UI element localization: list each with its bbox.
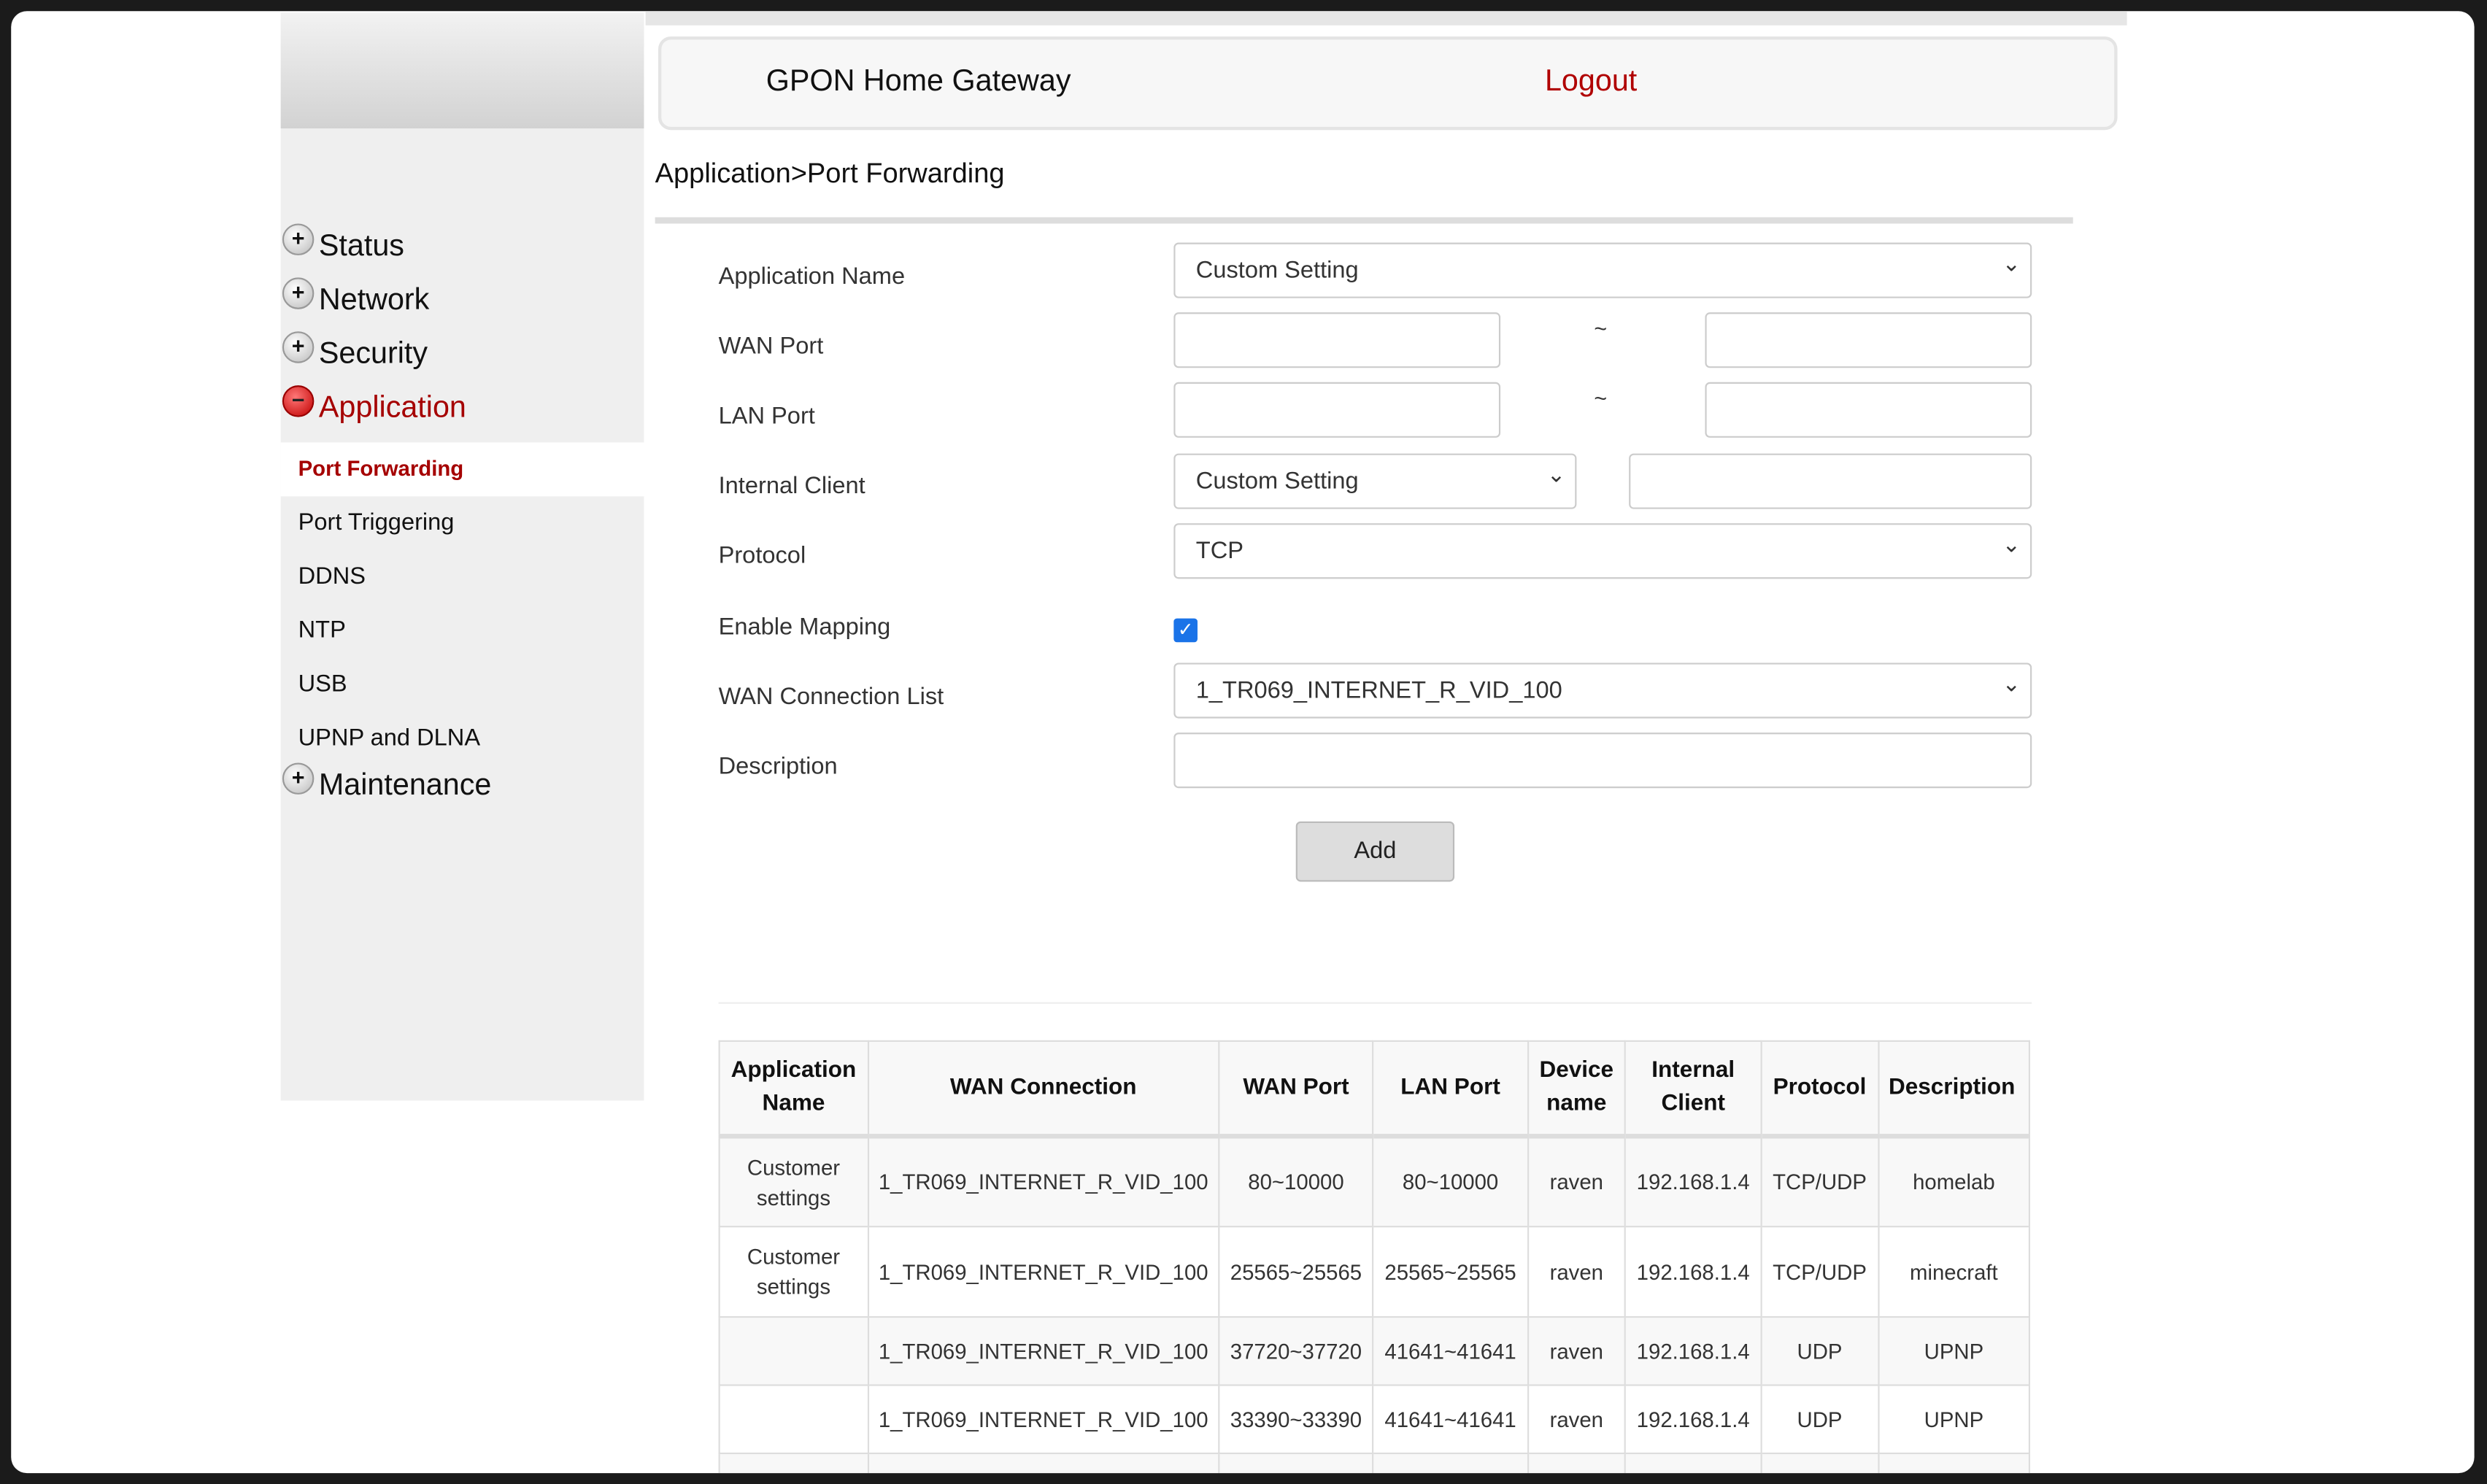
col-device-name: Device name [1527, 1040, 1627, 1139]
table-cell: TCP/UDP [1760, 1226, 1879, 1318]
port-forwarding-table: Application Name WAN Connection WAN Port… [718, 1040, 2031, 1474]
table-cell: 33390~33390 [1218, 1384, 1374, 1455]
table-cell: 25565~25565 [1372, 1226, 1529, 1318]
col-internal-client: Internal Client [1624, 1040, 1762, 1139]
table-cell [1760, 1452, 1879, 1474]
table-cell: raven [1527, 1226, 1627, 1318]
table-row: Customer settings 1_TR069_INTERNET_R_VID_… [718, 1135, 2031, 1228]
col-wan-connection: WAN Connection [867, 1040, 1220, 1139]
table-cell: 25565~25565 [1218, 1226, 1374, 1318]
table-cell: 192.168.1.4 [1624, 1384, 1762, 1455]
table-cell: UPNP [1877, 1384, 2031, 1455]
col-wan-port: WAN Port [1218, 1040, 1374, 1139]
table-cell [718, 1452, 869, 1474]
table-cell: 1_TR069_INTERNET_R_VID_100 [867, 1135, 1220, 1228]
table-cell: UPNP [1877, 1315, 2031, 1386]
table-cell: 41641~41641 [1372, 1384, 1529, 1455]
table-cell [718, 1384, 869, 1455]
table-cell: UDP [1760, 1384, 1879, 1455]
table-cell: raven [1527, 1384, 1627, 1455]
col-lan-port: LAN Port [1372, 1040, 1529, 1139]
table-cell: 80~10000 [1218, 1135, 1374, 1228]
col-protocol: Protocol [1760, 1040, 1879, 1139]
table-cell: raven [1527, 1315, 1627, 1386]
table-cell: homelab [1877, 1135, 2031, 1228]
table-cell: Customer settings [718, 1226, 869, 1318]
col-application-name: Application Name [718, 1040, 869, 1139]
table-row [718, 1452, 2031, 1474]
table-cell: 192.168.1.4 [1624, 1315, 1762, 1386]
table-cell [1624, 1452, 1762, 1474]
table-cell [1877, 1452, 2031, 1474]
col-description: Description [1877, 1040, 2031, 1139]
table-cell: 41641~41641 [1372, 1315, 1529, 1386]
table-cell: 80~10000 [1372, 1135, 1529, 1228]
table-cell: minecraft [1877, 1226, 2031, 1318]
table-cell [1218, 1452, 1374, 1474]
table-cell [1527, 1452, 1627, 1474]
table-row: Customer settings 1_TR069_INTERNET_R_VID_… [718, 1226, 2031, 1318]
table-cell: TCP/UDP [1760, 1135, 1879, 1228]
table-header-row: Application Name WAN Connection WAN Port… [718, 1040, 2031, 1139]
table-cell: UDP [1760, 1315, 1879, 1386]
table-row: 1_TR069_INTERNET_R_VID_100 37720~37720 416… [718, 1315, 2031, 1386]
browser-viewport: + Status + Network + Security − Application … [11, 11, 2475, 1474]
table-cell: 1_TR069_INTERNET_R_VID_100 [867, 1384, 1220, 1455]
table-cell [718, 1315, 869, 1386]
table-row: 1_TR069_INTERNET_R_VID_100 33390~33390 416… [718, 1384, 2031, 1455]
table-cell: 1_TR069_INTERNET_R_VID_100 [867, 1315, 1220, 1386]
table-cell: 1_TR069_INTERNET_R_VID_100 [867, 1226, 1220, 1318]
table-cell: 192.168.1.4 [1624, 1226, 1762, 1318]
table-cell [867, 1452, 1220, 1474]
table-cell: raven [1527, 1135, 1627, 1228]
table-cell: 192.168.1.4 [1624, 1135, 1762, 1228]
table-cell: Customer settings [718, 1135, 869, 1228]
table-cell [1372, 1452, 1529, 1474]
table-cell: 37720~37720 [1218, 1315, 1374, 1386]
